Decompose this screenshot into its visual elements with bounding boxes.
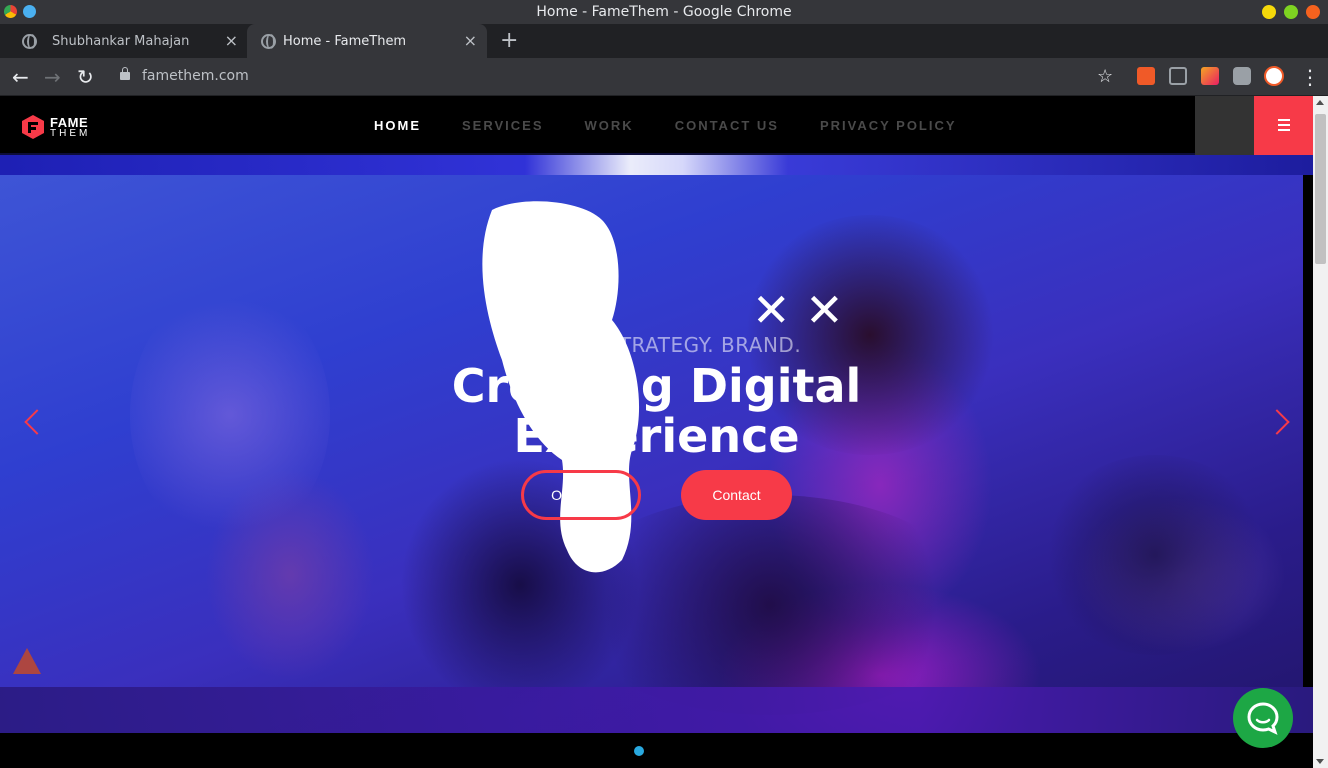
close-window-button[interactable] — [1306, 5, 1320, 19]
tab-close-icon[interactable]: × — [464, 31, 477, 50]
tab-shubhankar[interactable]: Shubhankar Mahajan × — [8, 24, 248, 58]
minimize-button[interactable] — [1262, 5, 1276, 19]
site-logo[interactable]: FAME THEM — [20, 114, 100, 140]
hero-headline-line2: Experience — [513, 409, 800, 463]
puzzle-icon[interactable] — [1233, 67, 1251, 85]
famethem-logo-icon — [22, 115, 44, 139]
hero-tagline: DESIGN. STRATEGY. BRAND. — [511, 333, 802, 357]
tab-strip: Shubhankar Mahajan × Home - FameThem × + — [0, 24, 1328, 58]
address-bar[interactable]: famethem.com — [108, 62, 1124, 92]
window-titlebar: Home - FameThem - Google Chrome — [0, 0, 1328, 24]
lock-icon[interactable] — [120, 67, 130, 80]
scrollbar-thumb[interactable] — [1315, 114, 1326, 264]
nav-home[interactable]: HOME — [374, 118, 421, 133]
extension-icon[interactable] — [1201, 67, 1219, 85]
page-viewport: FAME THEM HOME SERVICES WORK CONTACT US … — [0, 96, 1313, 768]
extension-icon[interactable] — [1137, 67, 1155, 85]
hero-headline-line1: Creating Digital — [451, 359, 862, 413]
extension-icon[interactable] — [1169, 67, 1187, 85]
our-work-button[interactable]: Our Work — [521, 470, 641, 520]
slider-dot[interactable] — [634, 746, 644, 756]
nav-privacy-policy[interactable]: PRIVACY POLICY — [820, 118, 957, 133]
nav-spacer — [1195, 96, 1254, 155]
contact-button[interactable]: Contact — [681, 470, 792, 520]
globe-icon — [22, 34, 37, 49]
hero-top-strip — [0, 155, 1313, 175]
nav-work[interactable]: WORK — [585, 118, 634, 133]
hamburger-icon — [1278, 124, 1290, 126]
avatar[interactable] — [1264, 66, 1284, 86]
page-scrollbar[interactable] — [1313, 96, 1328, 768]
tab-label: Shubhankar Mahajan — [52, 34, 190, 49]
site-navbar: FAME THEM HOME SERVICES WORK CONTACT US … — [0, 96, 1313, 155]
hamburger-menu-button[interactable] — [1254, 96, 1313, 155]
hero-headline: Creating Digital Experience — [0, 361, 1313, 461]
scroll-down-icon[interactable] — [1316, 759, 1324, 764]
hamburger-icon — [1278, 119, 1290, 121]
scroll-up-icon[interactable] — [1316, 100, 1324, 105]
logo-word-them: THEM — [50, 128, 91, 139]
tab-label: Home - FameThem — [283, 34, 407, 49]
nav-services[interactable]: SERVICES — [462, 118, 544, 133]
window-title: Home - FameThem - Google Chrome — [536, 4, 792, 20]
corner-logo-icon — [13, 648, 41, 674]
hero-slider: ✕ ✕ DESIGN. STRATEGY. BRAND. Creating Di… — [0, 155, 1313, 733]
chat-widget-button[interactable] — [1233, 688, 1293, 748]
hero-photo-x-marks: ✕ ✕ — [752, 283, 844, 337]
nav-contact-us[interactable]: CONTACT US — [675, 118, 779, 133]
main-nav: HOME SERVICES WORK CONTACT US PRIVACY PO… — [374, 118, 998, 133]
maximize-button[interactable] — [1284, 5, 1298, 19]
back-button[interactable]: ← — [12, 65, 29, 89]
hero-bottom-strip — [0, 687, 1313, 733]
tab-famethem[interactable]: Home - FameThem × — [247, 24, 487, 58]
reload-button[interactable]: ↻ — [77, 65, 94, 89]
browser-toolbar: ← → ↻ famethem.com ☆ ⋮ — [0, 58, 1328, 96]
bookmark-star-icon[interactable]: ☆ — [1097, 66, 1113, 87]
hero-photo-shape — [1040, 455, 1270, 655]
forward-button[interactable]: → — [44, 65, 61, 89]
url-text[interactable]: famethem.com — [142, 68, 249, 84]
globe-icon — [261, 34, 276, 49]
hamburger-icon — [1278, 129, 1290, 131]
chrome-menu-icon[interactable]: ⋮ — [1300, 65, 1320, 89]
new-tab-button[interactable]: + — [500, 28, 518, 53]
tab-close-icon[interactable]: × — [225, 31, 238, 50]
chat-icon — [1247, 702, 1279, 735]
